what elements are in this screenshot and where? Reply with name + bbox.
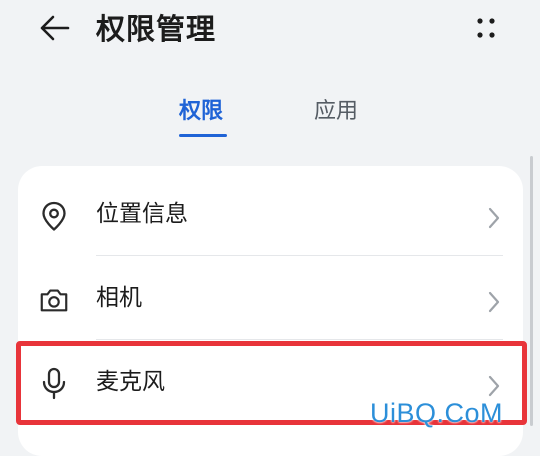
- chevron-right-icon: [488, 291, 500, 313]
- list-item-label: 位置信息: [96, 201, 188, 227]
- list-item-location[interactable]: 位置信息: [18, 172, 523, 256]
- list-item-label: 麦克风: [96, 369, 165, 395]
- camera-icon: [38, 284, 70, 316]
- tab-apps[interactable]: 应用: [314, 92, 358, 136]
- more-dots-icon: [477, 18, 495, 38]
- chevron-right-icon: [488, 207, 500, 229]
- app-header: 权限管理: [0, 0, 540, 60]
- page-title: 权限管理: [96, 12, 217, 46]
- scrollbar[interactable]: [530, 156, 533, 426]
- more-options-button[interactable]: [466, 10, 506, 46]
- back-button[interactable]: [32, 10, 76, 46]
- list-item-camera[interactable]: 相机: [18, 256, 523, 340]
- arrow-left-icon: [40, 15, 70, 41]
- location-pin-icon: [38, 200, 70, 232]
- tab-permissions[interactable]: 权限: [179, 92, 223, 136]
- microphone-icon: [38, 367, 70, 400]
- active-tab-indicator: [179, 134, 227, 137]
- tab-bar: 权限 应用: [0, 92, 540, 142]
- watermark: UiBQ.CoM: [370, 398, 504, 428]
- list-item-label: 相机: [96, 285, 142, 311]
